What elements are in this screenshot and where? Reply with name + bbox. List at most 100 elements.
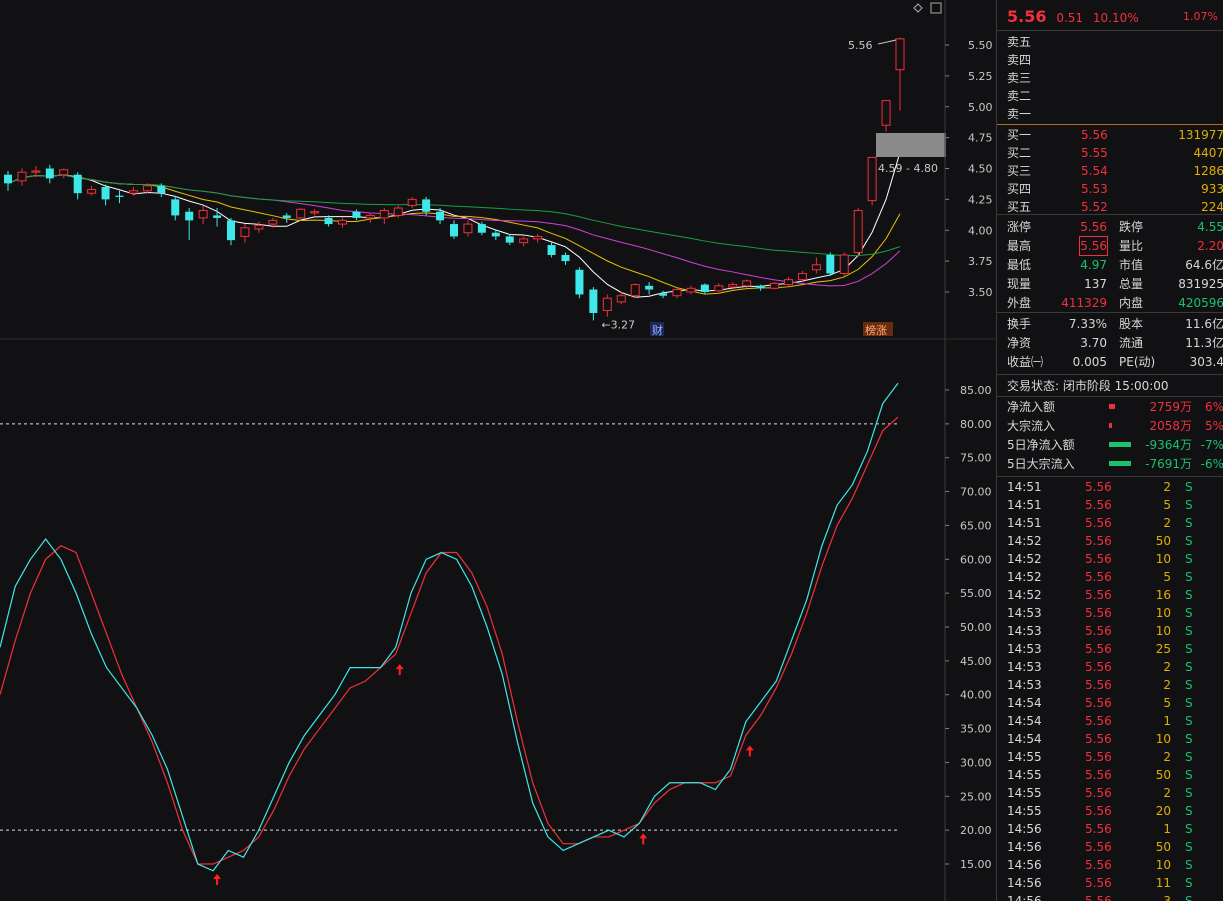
tick-row[interactable]: 14:54 5.56 5 S — [1007, 694, 1223, 712]
tick-volume: 25 — [1155, 642, 1171, 656]
tick-row[interactable]: 14:56 5.56 50 S — [1007, 838, 1223, 856]
tick-side: S — [1185, 678, 1193, 692]
tick-time: 14:52 — [1007, 588, 1042, 602]
tick-row[interactable]: 14:51 5.56 2 S — [1007, 514, 1223, 532]
tick-time: 14:54 — [1007, 732, 1042, 746]
candle-body — [142, 185, 152, 192]
candle-body — [59, 169, 69, 176]
candle-body — [505, 236, 514, 243]
tick-row[interactable]: 14:55 5.56 20 S — [1007, 802, 1223, 820]
osc-tick-label: 75.00 — [960, 452, 992, 465]
tick-row[interactable]: 14:53 5.56 25 S — [1007, 640, 1223, 658]
tick-time: 14:51 — [1007, 498, 1042, 512]
candle-body — [645, 285, 654, 290]
price-tick-label: 4.00 — [968, 224, 993, 237]
tick-price: 5.56 — [1085, 840, 1112, 854]
tick-time: 14:54 — [1007, 696, 1042, 710]
osc-tick-label: 40.00 — [960, 689, 992, 702]
stat-value: 11.3亿 — [1185, 336, 1223, 350]
stat-value: 11.6亿 — [1185, 317, 1223, 331]
window-icon[interactable] — [930, 2, 942, 14]
tick-row[interactable]: 14:52 5.56 10 S — [1007, 550, 1223, 568]
diamond-icon[interactable] — [913, 3, 923, 13]
tick-row[interactable]: 14:55 5.56 2 S — [1007, 784, 1223, 802]
tick-volume: 2 — [1163, 660, 1171, 674]
candle-body — [463, 223, 473, 234]
bid-volume: 4407 — [1193, 146, 1223, 160]
tick-time: 14:53 — [1007, 606, 1042, 620]
tick-price: 5.56 — [1085, 516, 1112, 530]
flow-bar — [1109, 404, 1115, 409]
tick-price: 5.56 — [1085, 822, 1112, 836]
tick-row[interactable]: 14:56 5.56 3 S — [1007, 892, 1223, 901]
price-range-label: 4.59 - 4.80 — [878, 162, 938, 175]
tick-side: S — [1185, 480, 1193, 494]
stat-row: 外盘 411329 内盘 420596 — [1007, 294, 1223, 312]
candle-body — [128, 190, 138, 194]
tick-row[interactable]: 14:54 5.56 1 S — [1007, 712, 1223, 730]
tick-row[interactable]: 14:54 5.56 10 S — [1007, 730, 1223, 748]
tick-volume: 20 — [1155, 804, 1171, 818]
flow-bar — [1109, 442, 1131, 447]
trade-status: 交易状态: 闭市阶段 15:00:00 — [1007, 379, 1169, 393]
stat-row: 涨停 5.56 跌停 4.55 — [1007, 218, 1223, 236]
tick-time: 14:51 — [1007, 480, 1042, 494]
tick-row[interactable]: 14:53 5.56 2 S — [1007, 658, 1223, 676]
tick-side: S — [1185, 840, 1193, 854]
tick-row[interactable]: 14:52 5.56 5 S — [1007, 568, 1223, 586]
tick-row[interactable]: 14:55 5.56 2 S — [1007, 748, 1223, 766]
tick-row[interactable]: 14:56 5.56 11 S — [1007, 874, 1223, 892]
candle-body — [867, 156, 877, 202]
tick-time: 14:55 — [1007, 750, 1042, 764]
price-change: 0.51 — [1056, 11, 1084, 25]
tick-row[interactable]: 14:55 5.56 50 S — [1007, 766, 1223, 784]
flow-label: 净流入额 — [1007, 400, 1056, 414]
tick-row[interactable]: 14:53 5.56 10 S — [1007, 622, 1223, 640]
tick-time: 14:52 — [1007, 570, 1042, 584]
tick-row[interactable]: 14:53 5.56 10 S — [1007, 604, 1223, 622]
tick-volume: 2 — [1163, 678, 1171, 692]
osc-tick-label: 15.00 — [960, 858, 992, 871]
tick-row[interactable]: 14:56 5.56 10 S — [1007, 856, 1223, 874]
tick-row[interactable]: 14:53 5.56 2 S — [1007, 676, 1223, 694]
price-tick-label: 3.75 — [968, 255, 993, 268]
tick-row[interactable]: 14:51 5.56 5 S — [1007, 496, 1223, 514]
osc-tick-label: 60.00 — [960, 553, 992, 566]
tick-volume: 11 — [1155, 876, 1171, 890]
bid-price: 5.56 — [1081, 128, 1108, 142]
candle-body — [561, 254, 570, 262]
candle-body — [157, 185, 166, 194]
kline-svg[interactable]: 5.50 5.25 5.00 4.75 4.50 4.25 4.00 3.75 3.50 85.… — [0, 0, 995, 901]
tick-row[interactable]: 14:52 5.56 50 S — [1007, 532, 1223, 550]
tick-volume: 1 — [1163, 714, 1171, 728]
tick-side: S — [1185, 642, 1193, 656]
flow-label: 5日大宗流入 — [1007, 457, 1075, 471]
candle-body — [31, 170, 41, 173]
candle-body — [533, 235, 543, 240]
tick-price: 5.56 — [1085, 696, 1112, 710]
candle-body — [811, 264, 821, 271]
candle-body — [73, 174, 82, 194]
tick-time: 14:56 — [1007, 894, 1042, 901]
tick-time: 14:55 — [1007, 768, 1042, 782]
candle-body — [547, 245, 556, 255]
tick-volume: 50 — [1155, 534, 1171, 548]
tick-time: 14:52 — [1007, 552, 1042, 566]
tick-row[interactable]: 14:56 5.56 1 S — [1007, 820, 1223, 838]
tick-volume: 1 — [1163, 822, 1171, 836]
candle-body — [602, 297, 612, 312]
tick-row[interactable]: 14:51 5.56 2 S — [1007, 478, 1223, 496]
kline-chart-area[interactable]: 5.50 5.25 5.00 4.75 4.50 4.25 4.00 3.75 3.50 85.… — [0, 0, 995, 901]
candle-body — [672, 289, 682, 297]
candle-body — [282, 215, 291, 218]
tick-time: 14:53 — [1007, 642, 1042, 656]
flow-value: -7691万 — [1145, 457, 1192, 471]
stat-value: 0.005 — [1072, 355, 1107, 369]
stat-label: 市值 — [1119, 258, 1144, 272]
flow-row: 大宗流入 2058万 5% — [1007, 417, 1223, 435]
tick-side: S — [1185, 534, 1193, 548]
tick-price: 5.56 — [1085, 750, 1112, 764]
tick-row[interactable]: 14:52 5.56 16 S — [1007, 586, 1223, 604]
candle-body — [87, 188, 97, 194]
tick-price: 5.56 — [1085, 552, 1112, 566]
